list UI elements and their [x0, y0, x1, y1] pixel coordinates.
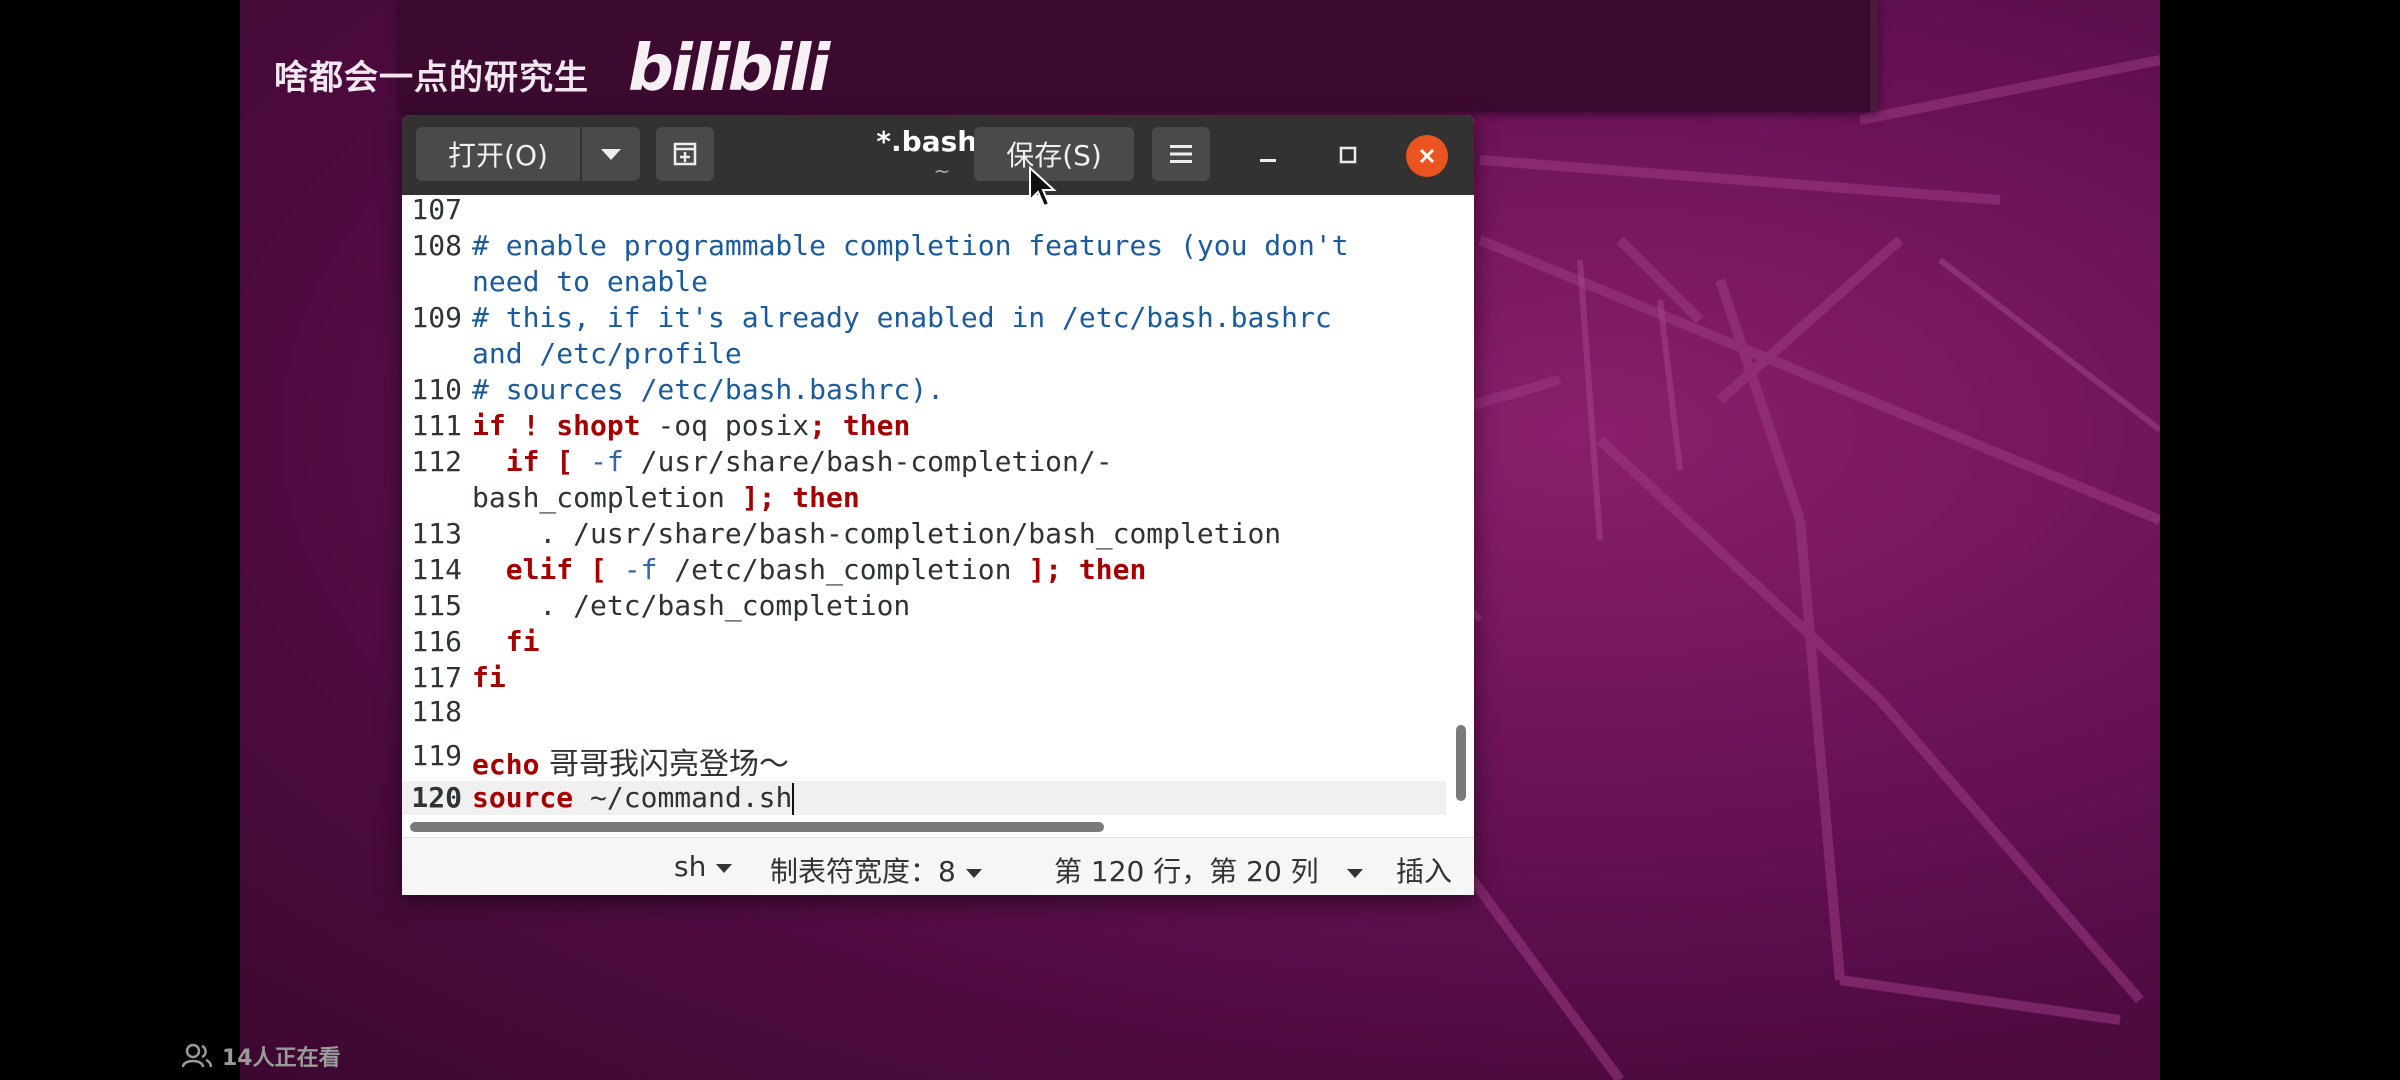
language-selector[interactable]: sh [674, 850, 733, 883]
gedit-window: 打开(O) *.bashrc ~ 保存(S) 107 108 109 110 1… [402, 115, 1474, 895]
mouse-pointer-icon [1029, 166, 1057, 208]
language-label: sh [674, 850, 707, 883]
chevron-down-icon [1346, 868, 1363, 878]
keyword: elif [472, 553, 574, 586]
watermark-text: 啥都会一点的研究生 [274, 58, 589, 98]
code-line-wrap: need to enable [472, 265, 709, 298]
chevron-down-icon [716, 863, 733, 873]
text-cursor [792, 783, 795, 815]
keyword: ]; then [724, 481, 860, 514]
cursor-position-selector[interactable]: 第 120 行，第 20 列 [1054, 850, 1363, 890]
keyword: shopt [556, 409, 641, 442]
chevron-down-icon [965, 868, 982, 878]
code-text: 哥哥我闪亮登场～ [539, 747, 789, 782]
close-button[interactable] [1406, 135, 1448, 177]
line-number: 111 [411, 409, 462, 442]
code-text: /usr/share/bash-completion/- [623, 445, 1113, 478]
headerbar: 打开(O) *.bashrc ~ 保存(S) [402, 115, 1474, 195]
code-line-current: source ~/command.sh [472, 781, 795, 815]
keyword: if [472, 409, 506, 442]
horizontal-scrollbar[interactable] [410, 822, 1104, 832]
line-number: 112 [411, 445, 462, 478]
background-window [400, 0, 1878, 112]
chevron-down-icon [601, 148, 621, 160]
new-tab-button[interactable] [656, 127, 714, 181]
code-line: echo 哥哥我闪亮登场～ [472, 739, 789, 783]
viewers-icon [182, 1043, 212, 1068]
bilibili-logo: bilibili [628, 32, 830, 106]
line-number-gutter: 107 108 109 110 111 112 113 114 115 116 … [402, 193, 464, 815]
option-flag: -f [573, 445, 624, 478]
line-number-current: 120 [411, 781, 462, 814]
viewer-count-text: 14人正在看 [222, 1046, 341, 1071]
code-text: ~/command.sh [573, 781, 793, 814]
option-flag: -f [606, 553, 658, 586]
code-line: fi [472, 625, 540, 658]
cursor-position-label: 第 120 行，第 20 列 [1054, 855, 1319, 888]
code-text: -oq posix [640, 409, 810, 442]
line-number: 116 [411, 625, 462, 658]
code-text: bash_completion [472, 481, 725, 514]
minimize-button[interactable] [1248, 135, 1288, 175]
insert-mode-label[interactable]: 插入 [1396, 850, 1452, 890]
code-line: # enable programmable completion feature… [472, 229, 1349, 262]
viewer-count: 14人正在看 [182, 1040, 341, 1072]
line-number: 108 [411, 229, 462, 262]
code-line-wrap: and /etc/profile [472, 337, 742, 370]
tab-width-label: 制表符宽度：8 [770, 855, 956, 888]
new-document-icon [673, 142, 697, 166]
code-line: . /etc/bash_completion [472, 589, 911, 622]
line-number: 118 [411, 695, 462, 728]
line-number: 114 [411, 553, 462, 586]
keyword: ; then [809, 409, 911, 442]
line-number: 115 [411, 589, 462, 622]
code-line-wrap: bash_completion ]; then [472, 481, 860, 514]
code-line: if ! shopt -oq posix; then [472, 409, 910, 442]
keyword: [ [573, 553, 607, 586]
line-number: 113 [411, 517, 462, 550]
line-number: 117 [411, 661, 462, 694]
code-line: . /usr/share/bash-completion/bash_comple… [472, 517, 1282, 550]
open-button[interactable]: 打开(O) [416, 127, 580, 181]
code-line: elif [ -f /etc/bash_completion ]; then [472, 553, 1147, 586]
code-line: if [ -f /usr/share/bash-completion/- [472, 445, 1113, 478]
vertical-scrollbar[interactable] [1456, 725, 1466, 801]
code-line: # sources /etc/bash.bashrc). [472, 373, 945, 406]
line-number: 110 [411, 373, 462, 406]
text-editor[interactable]: 107 108 109 110 111 112 113 114 115 116 … [402, 193, 1474, 817]
line-number: 119 [411, 739, 462, 772]
keyword: ]; then [1011, 553, 1147, 586]
keyword: echo [472, 748, 540, 781]
code-line: fi [472, 661, 506, 694]
menu-button[interactable] [1152, 127, 1210, 181]
tab-width-selector[interactable]: 制表符宽度：8 [770, 850, 982, 890]
minimize-icon [1260, 159, 1276, 162]
keyword: if [472, 445, 540, 478]
status-bar: sh 制表符宽度：8 第 120 行，第 20 列 插入 [402, 837, 1474, 895]
line-number: 109 [411, 301, 462, 334]
code-text: /etc/bash_completion [657, 553, 1012, 586]
keyword: ! [522, 409, 540, 442]
hamburger-menu-icon [1170, 145, 1192, 163]
maximize-icon [1339, 146, 1357, 164]
keyword: source [472, 781, 574, 814]
code-line: # this, if it's already enabled in /etc/… [472, 301, 1332, 334]
maximize-button[interactable] [1328, 135, 1368, 175]
line-number: 107 [411, 193, 462, 226]
open-dropdown-button[interactable] [582, 127, 640, 181]
keyword: [ [539, 445, 574, 478]
close-icon [1419, 148, 1435, 164]
